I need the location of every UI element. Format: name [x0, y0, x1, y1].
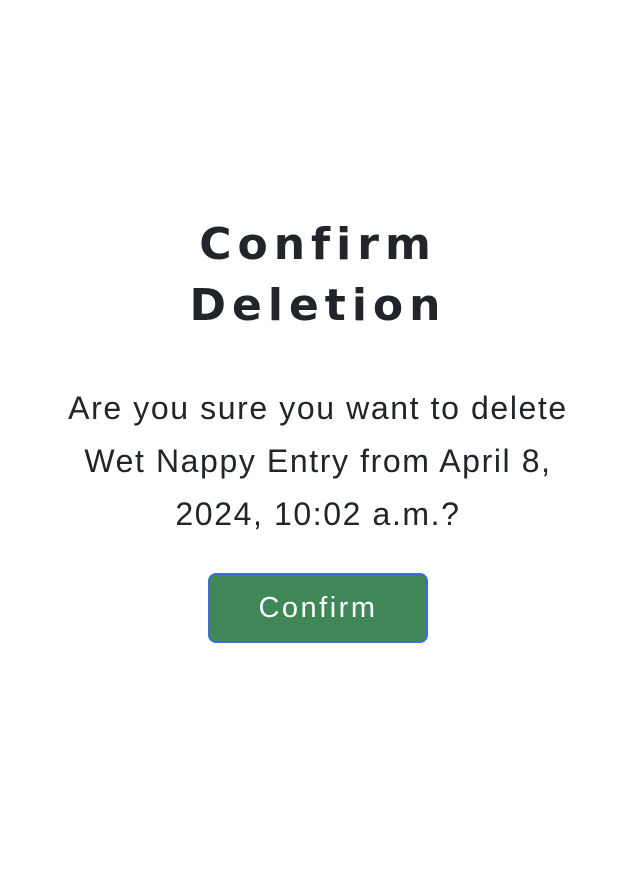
confirm-dialog: Confirm Deletion Are you sure you want t… — [0, 214, 636, 643]
confirm-button[interactable]: Confirm — [208, 573, 428, 643]
page-title: Confirm Deletion — [189, 219, 447, 331]
delete-confirmation-page: Confirm Deletion Are you sure you want t… — [0, 0, 636, 884]
confirmation-message: Are you sure you want to delete Wet Napp… — [68, 390, 568, 532]
